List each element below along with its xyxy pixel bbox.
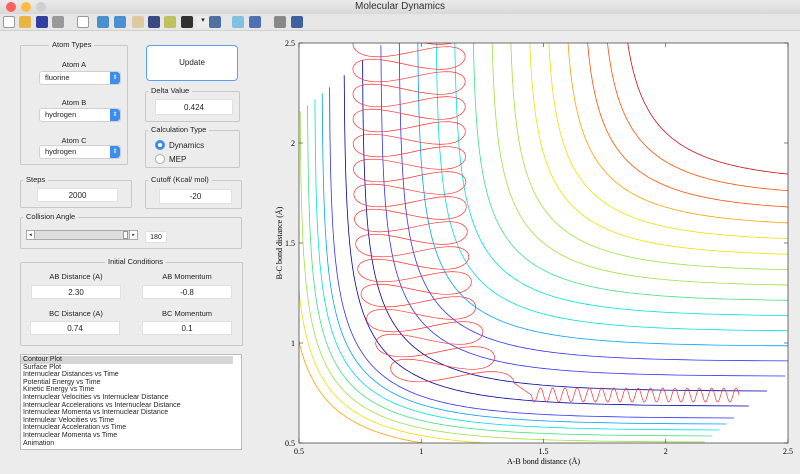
x-tick-label: 2	[664, 447, 668, 456]
x-axis-label: A-B bond distance (Å)	[507, 457, 580, 466]
y-axis-label: B-C bond distance (Å)	[275, 206, 284, 279]
contour-plot: 0.5 1 1.5 2 2.5 0.5 1 1.5 2 2.5 A-B bond distance …	[0, 0, 800, 474]
y-tick-label: 1.5	[285, 239, 295, 248]
x-tick-label: 2.5	[783, 447, 793, 456]
x-tick-label: 0.5	[294, 447, 304, 456]
x-tick-label: 1.5	[539, 447, 549, 456]
y-tick-label: 2	[291, 139, 295, 148]
y-tick-label: 2.5	[285, 39, 295, 48]
y-tick-label: 0.5	[285, 439, 295, 448]
y-tick-label: 1	[291, 339, 295, 348]
x-tick-label: 1	[419, 447, 423, 456]
